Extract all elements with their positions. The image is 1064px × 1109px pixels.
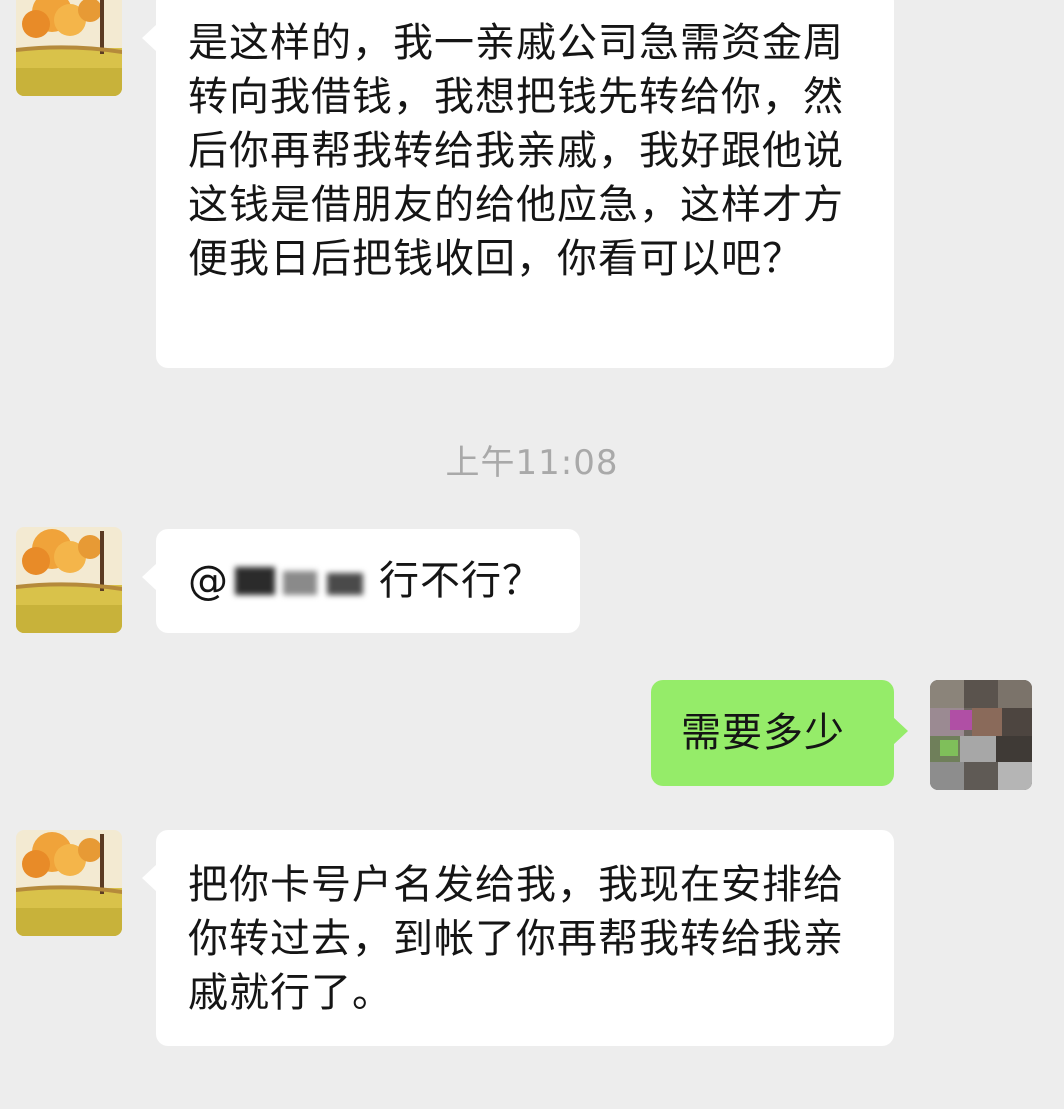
redacted-username xyxy=(235,563,365,597)
message-bubble[interactable]: 把你卡号户名发给我，我现在安排给你转过去，到帐了你再帮我转给我亲戚就行了。 xyxy=(142,830,894,1046)
message-bubble[interactable]: 需要多少 xyxy=(651,680,908,786)
message-row-2: @ 行不行？ xyxy=(0,525,1064,635)
message-text: 需要多少 xyxy=(681,710,845,756)
pixelated-avatar-image xyxy=(930,680,1032,790)
message-bubble[interactable]: @ 行不行？ xyxy=(142,529,580,633)
message-text: 是这样的，我一亲戚公司急需资金周转向我借钱，我想把钱先转给你，然后你再帮我转给我… xyxy=(188,20,844,282)
message-text: 行不行？ xyxy=(379,558,543,604)
message-row-1: 是这样的，我一亲戚公司急需资金周转向我借钱，我想把钱先转给你，然后你再帮我转给我… xyxy=(0,0,1064,380)
contact-avatar[interactable] xyxy=(16,0,122,96)
autumn-landscape-avatar-image xyxy=(16,830,122,936)
autumn-landscape-avatar-image xyxy=(16,0,122,96)
mention-prefix: @ xyxy=(188,558,229,604)
timestamp: 上午11:08 xyxy=(445,443,619,483)
autumn-landscape-avatar-image xyxy=(16,527,122,633)
message-row-3: 需要多少 xyxy=(0,680,1064,792)
message-bubble[interactable]: 是这样的，我一亲戚公司急需资金周转向我借钱，我想把钱先转给你，然后你再帮我转给我… xyxy=(142,0,894,368)
message-text: 把你卡号户名发给我，我现在安排给你转过去，到帐了你再帮我转给我亲戚就行了。 xyxy=(188,862,844,1016)
message-row-4: 把你卡号户名发给我，我现在安排给你转过去，到帐了你再帮我转给我亲戚就行了。 xyxy=(0,828,1064,1048)
contact-avatar[interactable] xyxy=(16,830,122,936)
my-avatar[interactable] xyxy=(930,680,1032,790)
contact-avatar[interactable] xyxy=(16,527,122,633)
